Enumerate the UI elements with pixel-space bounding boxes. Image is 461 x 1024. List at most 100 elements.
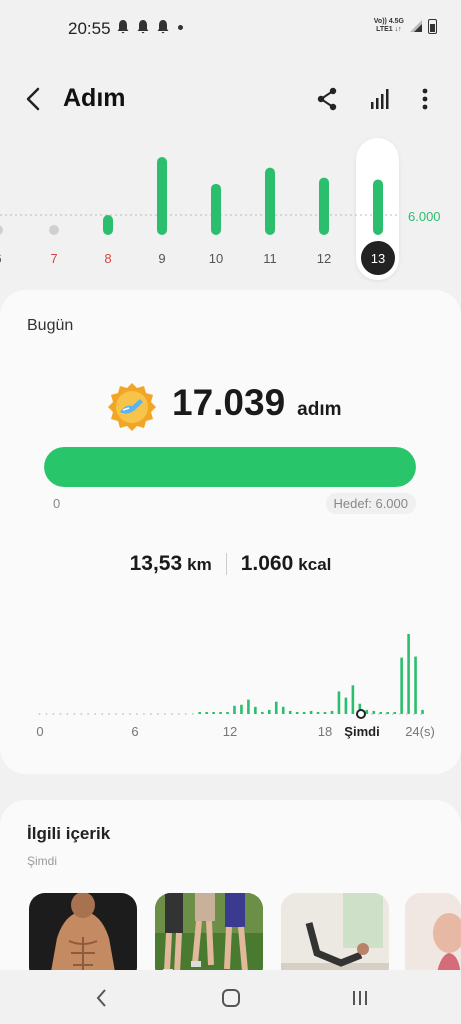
- hour-axis-label: 18: [318, 724, 332, 739]
- hour-dot: [378, 713, 380, 715]
- hour-dot: [149, 713, 152, 715]
- hourly-steps-chart: 0 6 12 18 24(s) Şimdi: [36, 634, 435, 739]
- hour-bar: [268, 709, 271, 714]
- weekly-chart-svg: 6 7 8 9 10 11 12 13: [0, 157, 400, 275]
- day-label: 13: [371, 251, 385, 266]
- steps-progress-bar: [44, 447, 416, 487]
- hour-bar: [198, 711, 201, 714]
- hour-dot: [156, 713, 159, 715]
- day-label: 11: [263, 251, 277, 266]
- hour-bar: [288, 710, 292, 714]
- hour-bar: [414, 656, 417, 714]
- hour-dot: [177, 713, 180, 715]
- bell-icon: [137, 20, 149, 34]
- hour-dot: [115, 713, 118, 715]
- hour-dot: [420, 713, 422, 715]
- related-subtitle: Şimdi: [27, 854, 58, 868]
- hour-bar: [316, 711, 320, 714]
- hour-bar: [261, 711, 264, 714]
- day-bar: [0, 225, 3, 235]
- hour-bar: [240, 704, 243, 714]
- network-top-text: Vo)) 4.5G: [373, 18, 404, 25]
- calories-stat: 1.060 kcal: [241, 552, 332, 576]
- hour-axis-label: 24(s): [405, 724, 435, 739]
- status-bar: 20:55 Vo)) 4.5G LTE1 ↓↑: [0, 0, 461, 58]
- hour-dot: [406, 713, 408, 715]
- day-bar: [157, 157, 167, 235]
- hour-bar: [400, 657, 403, 714]
- hour-dot: [399, 713, 401, 715]
- hour-axis-label: 0: [36, 724, 43, 739]
- bell-icon: [117, 20, 129, 34]
- battery-icon: [428, 18, 437, 34]
- hour-dot: [413, 713, 415, 715]
- distance-unit: km: [187, 555, 212, 574]
- nav-back-icon[interactable]: [90, 986, 114, 1010]
- hour-dot: [142, 713, 145, 715]
- signal-icon: [410, 20, 422, 32]
- hour-dot: [45, 713, 48, 715]
- weekly-steps-chart: 6 7 8 9 10 11 12 13 6.000: [0, 135, 461, 285]
- progress-start-label: 0: [53, 496, 61, 511]
- hour-bar: [330, 710, 334, 714]
- hour-dot: [129, 713, 132, 715]
- app-bar: Adım: [0, 76, 461, 124]
- back-arrow-icon[interactable]: [20, 84, 48, 114]
- share-icon[interactable]: [312, 84, 342, 114]
- hour-dot: [73, 713, 76, 715]
- today-stats: 13,53 km 1.060 kcal: [0, 552, 461, 576]
- hour-bar: [247, 699, 250, 714]
- status-time: 20:55: [68, 19, 111, 38]
- nav-recents-icon[interactable]: [348, 986, 372, 1010]
- system-icons: Vo)) 4.5G LTE1 ↓↑: [374, 18, 437, 34]
- hour-bar: [212, 711, 215, 714]
- hour-dot: [163, 713, 166, 715]
- now-marker: [356, 709, 366, 719]
- more-options-icon[interactable]: [410, 84, 440, 114]
- hour-bar: [205, 711, 208, 714]
- hour-dot: [87, 713, 90, 715]
- hour-bar: [309, 710, 313, 714]
- hour-bar: [281, 706, 285, 714]
- hour-bar: [254, 706, 257, 714]
- hour-axis-label: 6: [131, 724, 138, 739]
- hour-dot: [66, 713, 69, 715]
- now-label: Şimdi: [344, 724, 379, 739]
- distance-stat: 13,53 km: [130, 552, 212, 576]
- bell-icon: [157, 20, 169, 34]
- nav-home-icon[interactable]: [219, 986, 243, 1010]
- network-bottom-text: LTE1 ↓↑: [376, 26, 402, 33]
- day-label: 10: [209, 251, 223, 266]
- day-label: 6: [0, 251, 2, 266]
- page-title: Adım: [63, 84, 126, 112]
- hour-dot: [80, 713, 83, 715]
- day-bar: [103, 215, 113, 235]
- hour-dot: [170, 713, 173, 715]
- hour-bar: [274, 701, 278, 714]
- hour-dot: [135, 713, 138, 715]
- goal-chip[interactable]: Hedef: 6.000: [325, 493, 416, 514]
- hour-dot: [59, 713, 62, 715]
- hour-dot: [94, 713, 97, 715]
- hour-bar: [337, 691, 341, 714]
- hour-dot: [392, 713, 394, 715]
- hour-dot: [385, 713, 387, 715]
- more-notifications-dot: [178, 24, 183, 30]
- hour-dot: [184, 713, 187, 715]
- system-nav-bar: [0, 970, 461, 1024]
- day-bar: [265, 167, 275, 235]
- day-label: 7: [50, 251, 57, 266]
- day-bar: [49, 225, 59, 235]
- day-bar: [319, 177, 329, 235]
- hour-bar: [344, 697, 348, 714]
- day-label: 9: [158, 251, 165, 266]
- hour-bar: [233, 705, 236, 714]
- stats-icon[interactable]: [365, 84, 395, 114]
- hour-dot: [38, 713, 41, 715]
- hour-bar: [351, 685, 355, 714]
- hour-dot: [191, 713, 194, 715]
- today-title: Bugün: [27, 317, 74, 334]
- hour-dot: [371, 713, 373, 715]
- hour-axis-label: 12: [223, 724, 237, 739]
- calories-value: 1.060: [240, 552, 294, 575]
